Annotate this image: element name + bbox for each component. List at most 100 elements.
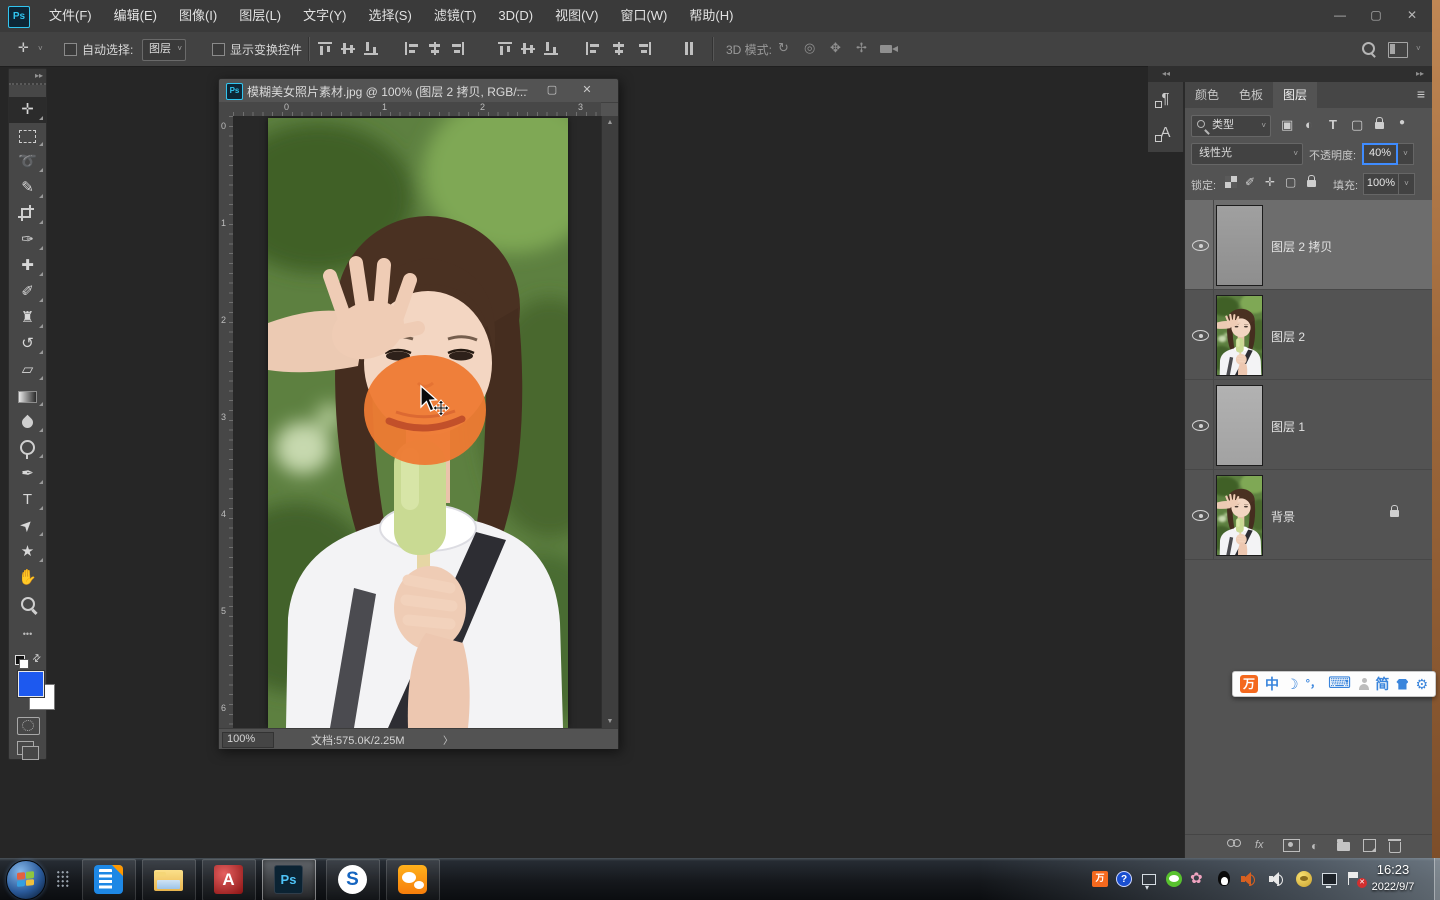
align-bottom-edges-icon[interactable] <box>364 42 378 55</box>
ime-settings-gear-icon[interactable]: ⚙ <box>1415 672 1428 696</box>
tray-help-icon[interactable]: ? <box>1116 871 1132 887</box>
ime-punctuation-icon[interactable]: °， <box>1306 672 1321 696</box>
link-layers-icon[interactable] <box>1227 839 1242 847</box>
spot-healing-brush-tool[interactable]: ✚ <box>9 253 46 279</box>
align-left-edges-icon[interactable] <box>405 42 419 55</box>
dodge-tool[interactable] <box>9 435 46 461</box>
default-colors-control[interactable]: ⇄ <box>15 653 41 669</box>
layer-row[interactable]: 图层 1 <box>1185 380 1433 470</box>
distribute-vertical-centers-icon[interactable] <box>521 42 535 55</box>
3d-camera-icon[interactable] <box>880 45 892 53</box>
vertical-scrollbar[interactable]: ▲ ▼ <box>601 116 618 728</box>
workspace-switcher-icon[interactable] <box>1388 42 1408 58</box>
fill-field[interactable]: 100% <box>1363 173 1399 195</box>
touch-keyboard-icon[interactable] <box>56 870 70 888</box>
layer-name[interactable]: 背景 <box>1271 508 1295 525</box>
ime-skin-icon[interactable] <box>1396 679 1408 690</box>
tray-wechat-icon[interactable] <box>1166 871 1182 887</box>
menu-view[interactable]: 视图(V) <box>544 0 609 32</box>
menu-help[interactable]: 帮助(H) <box>678 0 744 32</box>
new-group-icon[interactable] <box>1337 842 1350 851</box>
ime-keyboard-icon[interactable]: ⌨ <box>1328 672 1351 696</box>
layer-name[interactable]: 图层 2 拷贝 <box>1271 238 1332 255</box>
menu-file[interactable]: 文件(F) <box>38 0 103 32</box>
rectangular-marquee-tool[interactable] <box>9 123 46 149</box>
tray-speaker-orange-icon[interactable] <box>1240 871 1256 887</box>
lasso-tool[interactable]: ➰ <box>9 149 46 175</box>
fill-chevron-icon[interactable]: ˅ <box>1399 173 1415 195</box>
adjustment-layer-icon[interactable]: ◐ <box>1311 839 1318 853</box>
swap-colors-icon[interactable]: ⇄ <box>30 652 44 666</box>
filter-type-layers-icon[interactable]: T <box>1329 117 1337 132</box>
paragraph-panel-button[interactable]: ¶ <box>1148 82 1183 115</box>
workspace-chevron-icon[interactable]: ˅ <box>1416 44 1421 53</box>
layer-thumbnail-gray[interactable] <box>1216 205 1263 286</box>
zoom-tool[interactable] <box>9 591 46 617</box>
status-options-chevron-icon[interactable]: 〉 <box>443 732 453 747</box>
document-maximize-button[interactable]: ▢ <box>539 80 565 100</box>
eyedropper-tool[interactable]: ✑ <box>9 227 46 253</box>
ime-chinese-mode-button[interactable]: 中 <box>1265 672 1279 696</box>
scroll-down-icon[interactable]: ▼ <box>602 718 618 725</box>
layer-thumbnail-photo[interactable] <box>1216 295 1263 376</box>
panel-menu-icon[interactable]: ≡ <box>1417 86 1425 102</box>
document-title-bar[interactable]: Ps 模糊美女照片素材.jpg @ 100% (图层 2 拷贝, RGB/...… <box>219 79 618 103</box>
tray-network-icon[interactable] <box>1322 873 1337 885</box>
taskbar-photoshop[interactable]: Ps <box>262 859 316 900</box>
search-icon[interactable] <box>1362 42 1375 55</box>
align-top-edges-icon[interactable] <box>318 42 332 55</box>
tray-sogou-ime-icon[interactable]: 万 <box>1092 871 1108 887</box>
new-layer-icon[interactable] <box>1363 839 1376 852</box>
add-mask-icon[interactable] <box>1283 839 1300 852</box>
menu-edit[interactable]: 编辑(E) <box>103 0 168 32</box>
crop-tool[interactable] <box>9 201 46 227</box>
tab-layers[interactable]: 图层 <box>1273 82 1317 108</box>
vertical-ruler[interactable]: 0 1 2 3 4 5 6 <box>219 116 234 728</box>
canvas-photo[interactable] <box>268 118 568 728</box>
align-vertical-centers-icon[interactable] <box>341 42 355 55</box>
filter-image-layers-icon[interactable]: ▣ <box>1281 117 1293 133</box>
menu-image[interactable]: 图像(I) <box>168 0 228 32</box>
distribute-spacing-icon[interactable] <box>682 42 696 55</box>
taskbar-wechat[interactable] <box>386 859 440 900</box>
filter-type-dropdown[interactable]: 类型 ˅ <box>1191 115 1271 137</box>
clone-stamp-tool[interactable]: ♜ <box>9 305 46 331</box>
ime-account-icon[interactable] <box>1358 678 1368 691</box>
3d-pan-icon[interactable]: ✥ <box>830 40 841 56</box>
tray-avatar-icon[interactable] <box>1296 871 1312 887</box>
taskbar-autocad[interactable]: A <box>202 859 256 900</box>
tab-swatches[interactable]: 色板 <box>1229 82 1273 108</box>
blend-mode-dropdown[interactable]: 线性光 ˅ <box>1191 143 1303 165</box>
scroll-up-icon[interactable]: ▲ <box>602 119 618 126</box>
zoom-level-field[interactable]: 100% <box>222 732 274 748</box>
type-tool[interactable]: T <box>9 487 46 513</box>
menu-window[interactable]: 窗口(W) <box>609 0 678 32</box>
ime-moon-icon[interactable]: ☽ <box>1286 672 1299 696</box>
delete-layer-icon[interactable] <box>1389 842 1401 853</box>
toolbox-header[interactable]: ▸▸ <box>9 69 46 85</box>
toolbox-collapse-icon[interactable]: ▸▸ <box>35 69 43 82</box>
tab-color[interactable]: 颜色 <box>1185 82 1229 108</box>
opacity-field[interactable]: 40% <box>1362 143 1398 165</box>
align-right-edges-icon[interactable] <box>451 42 465 55</box>
taskbar-video-editor[interactable] <box>82 859 136 900</box>
show-transform-checkbox[interactable] <box>212 43 225 56</box>
lock-position-icon[interactable]: ✛ <box>1265 175 1275 189</box>
maximize-button[interactable]: ▢ <box>1358 0 1394 30</box>
distribute-top-edges-icon[interactable] <box>498 42 512 55</box>
align-horizontal-centers-icon[interactable] <box>428 42 442 55</box>
quick-selection-tool[interactable]: ✎ <box>9 175 46 201</box>
edit-toolbar-button[interactable]: ••• <box>9 621 46 647</box>
ruler-origin-corner[interactable] <box>219 102 234 117</box>
distribute-left-edges-icon[interactable] <box>586 42 600 55</box>
minimize-button[interactable]: — <box>1322 0 1358 30</box>
tray-volume-icon[interactable] <box>1268 871 1284 887</box>
3d-roll-icon[interactable]: ◎ <box>804 40 815 56</box>
hand-tool[interactable]: ✋ <box>9 565 46 591</box>
layer-row-selected[interactable]: 图层 2 拷贝 <box>1185 200 1433 290</box>
eye-icon[interactable] <box>1192 330 1209 341</box>
taskbar-sogou-browser[interactable]: S <box>326 859 380 900</box>
menu-layer[interactable]: 图层(L) <box>228 0 292 32</box>
filter-pin-icon[interactable]: ● <box>1399 117 1405 128</box>
gradient-tool[interactable] <box>9 383 46 409</box>
